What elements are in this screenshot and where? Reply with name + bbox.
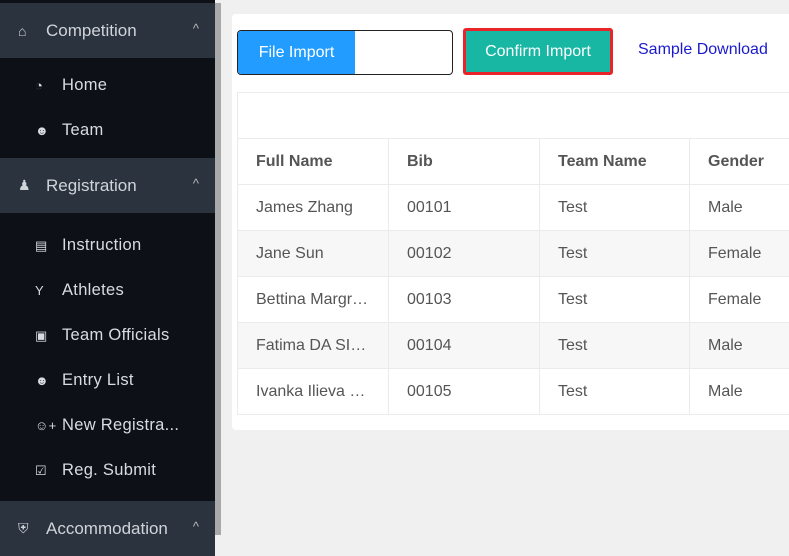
user-plus-icon: ☺+ xyxy=(35,418,62,433)
cell: 00105 xyxy=(389,369,540,415)
column-header: Team Name xyxy=(540,139,690,185)
sidebar-item-label: Instruction xyxy=(62,236,141,255)
home-icon: ⌂ xyxy=(18,23,46,39)
import-card: File Import Confirm Import Sample Downlo… xyxy=(232,14,789,430)
sidebar-group-registration[interactable]: ♟Registration ^ xyxy=(0,158,215,213)
sidebar-item-label: Team xyxy=(62,121,104,140)
sidebar-item-new-registration[interactable]: ☺+New Registra... xyxy=(0,403,215,448)
cell: Female xyxy=(690,277,789,323)
table-header: Full Name Bib Team Name Gender xyxy=(238,139,789,185)
sidebar-item-athletes[interactable]: YAthletes xyxy=(0,268,215,313)
bank-icon: ⛨ xyxy=(18,520,46,537)
group-label: Registration xyxy=(46,176,137,196)
check-square-icon: ☑ xyxy=(35,463,62,479)
cell: Fatima DA SI… xyxy=(238,323,389,369)
sidebar-group-accommodation[interactable]: ⛨Accommodation ^ xyxy=(0,501,215,556)
table-row: Jane Sun00102TestFemale xyxy=(238,231,789,277)
empty-cell xyxy=(238,93,789,139)
sample-download-link[interactable]: Sample Download xyxy=(638,41,768,59)
confirm-import-button[interactable]: Confirm Import xyxy=(463,28,613,75)
sidebar-group-competition[interactable]: ⌂Competition ^ xyxy=(0,3,215,58)
group-label: Accommodation xyxy=(46,519,168,539)
cell: Test xyxy=(540,323,690,369)
table-row: James Zhang00101TestMale xyxy=(238,185,789,231)
table-row: Bettina Margr…00103TestFemale xyxy=(238,277,789,323)
sidebar-item-reg-submit[interactable]: ☑Reg. Submit xyxy=(0,448,215,493)
person-icon: ♟ xyxy=(18,177,46,194)
contact-card-icon: ▣ xyxy=(35,328,62,344)
cell: 00104 xyxy=(389,323,540,369)
sidebar-item-label: Reg. Submit xyxy=(62,461,156,480)
cell: Test xyxy=(540,277,690,323)
sidebar-item-label: New Registra... xyxy=(62,416,179,435)
file-import-input[interactable]: File Import xyxy=(237,30,453,75)
cell: Bettina Margr… xyxy=(238,277,389,323)
table-toolbar-row xyxy=(238,93,789,139)
sidebar-item-team-officials[interactable]: ▣Team Officials xyxy=(0,313,215,358)
cell: Test xyxy=(540,231,690,277)
table-row: Fatima DA SI…00104TestMale xyxy=(238,323,789,369)
users-icon: ☻ xyxy=(35,373,62,388)
group-label: Competition xyxy=(46,21,137,41)
chevron-up-icon: ^ xyxy=(193,21,199,36)
sidebar-item-home[interactable]: ◔Home xyxy=(0,63,215,108)
chevron-up-icon: ^ xyxy=(193,176,199,191)
sidebar: ⌂Competition^ ◔Home ☻Team ♟Registration^… xyxy=(0,0,215,535)
sidebar-item-label: Athletes xyxy=(62,281,124,300)
users-icon: ☻ xyxy=(35,123,62,138)
cell: Test xyxy=(540,185,690,231)
file-import-button[interactable]: File Import xyxy=(238,31,355,74)
sidebar-item-team[interactable]: ☻Team xyxy=(0,108,215,153)
sidebar-scrollbar[interactable] xyxy=(215,3,221,535)
cell: 00101 xyxy=(389,185,540,231)
sidebar-item-instruction[interactable]: ▤Instruction xyxy=(0,223,215,268)
cell: Male xyxy=(690,369,789,415)
column-header: Bib xyxy=(389,139,540,185)
cell: 00103 xyxy=(389,277,540,323)
table-row: Ivanka Ilieva …00105TestMale xyxy=(238,369,789,415)
cell: Ivanka Ilieva … xyxy=(238,369,389,415)
sidebar-item-entry-list[interactable]: ☻Entry List xyxy=(0,358,215,403)
import-table: Full Name Bib Team Name Gender James Zha… xyxy=(237,92,789,415)
column-header: Full Name xyxy=(238,139,389,185)
cell: Female xyxy=(690,231,789,277)
sidebar-item-label: Entry List xyxy=(62,371,134,390)
sidebar-item-label: Team Officials xyxy=(62,326,170,345)
dashboard-icon: ◔ xyxy=(35,78,62,93)
cell: Male xyxy=(690,323,789,369)
sidebar-item-label: Home xyxy=(62,76,107,95)
chevron-up-icon: ^ xyxy=(193,519,199,534)
athlete-icon: Y xyxy=(35,283,62,298)
cell: 00102 xyxy=(389,231,540,277)
cell: James Zhang xyxy=(238,185,389,231)
column-header: Gender xyxy=(690,139,789,185)
cell: Test xyxy=(540,369,690,415)
cell: Jane Sun xyxy=(238,231,389,277)
cell: Male xyxy=(690,185,789,231)
book-icon: ▤ xyxy=(35,238,62,254)
